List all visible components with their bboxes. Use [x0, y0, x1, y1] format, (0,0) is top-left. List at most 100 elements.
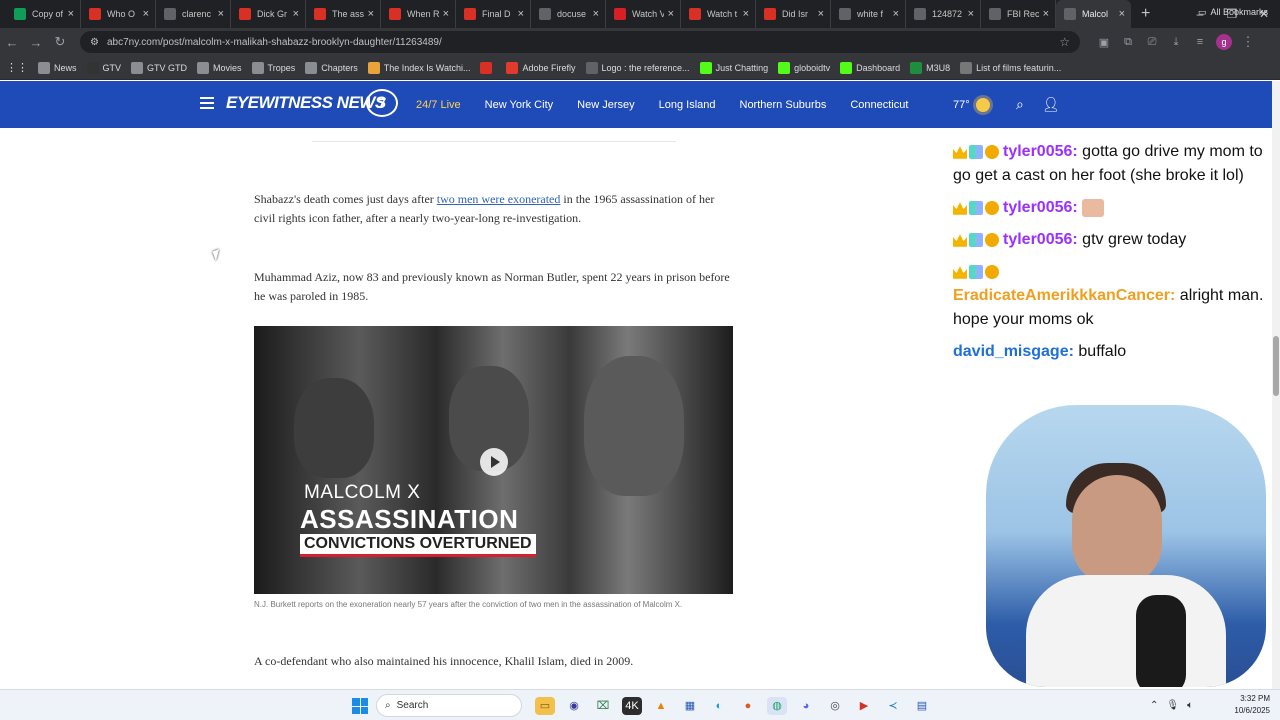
close-tab-icon[interactable]: ×	[743, 8, 749, 20]
search-icon[interactable]: ⌕	[1016, 96, 1024, 113]
browser-tab[interactable]: docuse ×	[531, 0, 606, 28]
chrome-icon[interactable]: ◍	[767, 696, 787, 715]
taskbar-search[interactable]: ⌕ Search	[376, 694, 522, 717]
nav-link[interactable]: Northern Suburbs	[740, 99, 827, 111]
browser-tab[interactable]: 124872 ×	[906, 0, 981, 28]
vscode-icon[interactable]: ≺	[883, 697, 903, 715]
windows-start-icon[interactable]	[352, 698, 368, 714]
close-tab-icon[interactable]: ×	[1119, 8, 1125, 20]
all-bookmarks-button[interactable]: ▭ All Bookmarks	[1198, 0, 1268, 24]
menu-hamburger-icon[interactable]	[200, 97, 214, 109]
browser-tab[interactable]: Dick Gr ×	[231, 0, 306, 28]
profile-avatar[interactable]: g	[1216, 34, 1232, 50]
browser-tab[interactable]: Who O ×	[81, 0, 156, 28]
address-bar[interactable]: ⚙ abc7ny.com/post/malcolm-x-malikah-shab…	[80, 31, 1080, 53]
back-icon[interactable]: ←	[0, 35, 24, 50]
media-icon[interactable]: ≡	[1188, 36, 1212, 49]
new-tab-button[interactable]: +	[1141, 5, 1150, 23]
bookmark-item[interactable]: GTV GTD	[131, 61, 187, 74]
site-info-icon[interactable]: ⚙	[90, 37, 99, 48]
close-tab-icon[interactable]: ×	[368, 8, 374, 20]
browser-tab[interactable]: Malcol ×	[1056, 0, 1131, 28]
bookmark-item[interactable]: Just Chatting	[699, 61, 768, 74]
bookmark-item[interactable]: globoidtv	[778, 61, 830, 74]
abc7-logo[interactable]: 7	[366, 89, 398, 117]
nav-link[interactable]: Long Island	[659, 99, 716, 111]
browser-tab[interactable]: Did Isr ×	[756, 0, 831, 28]
discord-icon[interactable]: ◕	[796, 697, 816, 715]
app-icon[interactable]: 4K	[622, 696, 642, 715]
file-explorer-icon[interactable]: ▭	[535, 696, 555, 715]
document-icon[interactable]: ▤	[912, 697, 932, 715]
nav-link[interactable]: Connecticut	[850, 99, 908, 111]
video-player[interactable]: MALCOLM X ASSASSINATION CONVICTIONS OVER…	[254, 326, 733, 594]
close-tab-icon[interactable]: ×	[1043, 8, 1049, 20]
browser-tab[interactable]: Watch V ×	[606, 0, 681, 28]
close-tab-icon[interactable]: ×	[518, 8, 524, 20]
app-icon[interactable]: ▦	[680, 697, 700, 715]
extension-icon[interactable]: ▣	[1092, 36, 1116, 49]
chat-username[interactable]: tyler0056	[1003, 199, 1072, 216]
close-tab-icon[interactable]: ×	[968, 8, 974, 20]
edge-icon[interactable]: ◐	[709, 697, 729, 715]
app-icon[interactable]: ⌧	[593, 697, 613, 715]
close-tab-icon[interactable]: ×	[668, 8, 674, 20]
forward-icon[interactable]: →	[24, 35, 48, 50]
browser-tab[interactable]: FBI Rec ×	[981, 0, 1056, 28]
browser-tab[interactable]: Copy of ×	[6, 0, 81, 28]
close-tab-icon[interactable]: ×	[143, 8, 149, 20]
bookmark-item[interactable]: The Index Is Watchi...	[367, 61, 470, 74]
apps-icon[interactable]: ⋮⋮	[6, 61, 28, 74]
volume-icon[interactable]: 🔈︎	[1187, 700, 1193, 711]
chat-username[interactable]: EradicateAmerikkkanCancer	[953, 287, 1170, 304]
firefox-icon[interactable]: ●	[738, 697, 758, 715]
reload-icon[interactable]: ↻	[48, 34, 72, 50]
youtube-icon[interactable]: ▶	[854, 697, 874, 715]
bookmark-item[interactable]: M3U8	[910, 61, 950, 74]
bookmark-item[interactable]	[480, 61, 496, 74]
nav-link[interactable]: 24/7 Live	[416, 99, 461, 111]
vlc-icon[interactable]: ▲	[651, 697, 671, 715]
browser-tab[interactable]: white f ×	[831, 0, 906, 28]
close-tab-icon[interactable]: ×	[593, 8, 599, 20]
browser-tab[interactable]: clarenc ×	[156, 0, 231, 28]
url-text[interactable]: abc7ny.com/post/malcolm-x-malikah-shabaz…	[107, 37, 442, 48]
chat-username[interactable]: david_misgage	[953, 343, 1069, 360]
bookmark-item[interactable]: News	[38, 61, 77, 74]
bookmark-item[interactable]: Movies	[197, 61, 242, 74]
bookmark-star-icon[interactable]: ☆	[1059, 35, 1070, 49]
close-tab-icon[interactable]: ×	[893, 8, 899, 20]
bookmark-item[interactable]: Adobe Firefly	[506, 61, 576, 74]
exonerated-link[interactable]: two men were exonerated	[437, 192, 561, 206]
browser-tab[interactable]: Final D ×	[456, 0, 531, 28]
browser-tab[interactable]: The ass ×	[306, 0, 381, 28]
weather-widget[interactable]: 77°	[953, 81, 990, 128]
obs-icon[interactable]: ◎	[825, 697, 845, 715]
bookmark-item[interactable]: List of films featurin...	[960, 61, 1061, 74]
download-icon[interactable]: ⤓	[1164, 36, 1188, 49]
clock[interactable]: 3:32 PM 10/6/2025	[1222, 693, 1270, 717]
bookmark-item[interactable]: Chapters	[305, 61, 358, 74]
chat-username[interactable]: tyler0056	[1003, 231, 1072, 248]
account-icon[interactable]: 👤︎	[1042, 96, 1060, 113]
bookmark-item[interactable]: Tropes	[251, 61, 295, 74]
chevron-up-icon[interactable]: ⌃	[1150, 700, 1158, 711]
close-tab-icon[interactable]: ×	[218, 8, 224, 20]
page-scrollbar[interactable]	[1272, 81, 1280, 689]
close-tab-icon[interactable]: ×	[443, 8, 449, 20]
browser-tab[interactable]: Watch t ×	[681, 0, 756, 28]
bookmark-item[interactable]: Dashboard	[840, 61, 900, 74]
site-logo-text[interactable]: EYEWITNESS NEWS	[226, 93, 386, 113]
play-button-icon[interactable]	[480, 448, 508, 476]
browser-tab[interactable]: When R ×	[381, 0, 456, 28]
scrollbar-thumb[interactable]	[1273, 336, 1279, 396]
app-icon[interactable]: ◉	[564, 697, 584, 715]
close-tab-icon[interactable]: ×	[818, 8, 824, 20]
menu-icon[interactable]: ⋮	[1236, 34, 1260, 50]
nav-link[interactable]: New York City	[485, 99, 553, 111]
bookmark-item[interactable]: Logo : the reference...	[585, 61, 690, 74]
chat-username[interactable]: tyler0056	[1003, 143, 1072, 160]
extensions-icon[interactable]: ⧉	[1116, 36, 1140, 49]
bookmark-item[interactable]: GTV	[86, 61, 121, 74]
close-tab-icon[interactable]: ×	[293, 8, 299, 20]
